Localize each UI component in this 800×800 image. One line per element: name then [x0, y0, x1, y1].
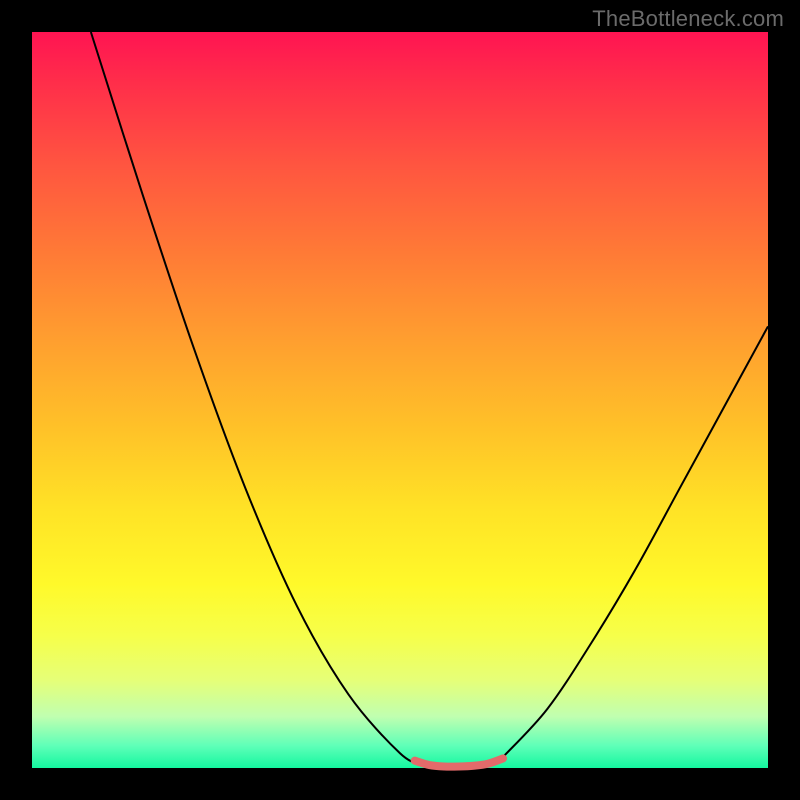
plot-area: [32, 32, 768, 768]
valley-highlight-path: [415, 758, 503, 766]
chart-frame: TheBottleneck.com: [0, 0, 800, 800]
curve-right-path: [503, 326, 768, 757]
curve-left-path: [91, 32, 422, 764]
curve-svg: [32, 32, 768, 768]
watermark-text: TheBottleneck.com: [592, 6, 784, 32]
